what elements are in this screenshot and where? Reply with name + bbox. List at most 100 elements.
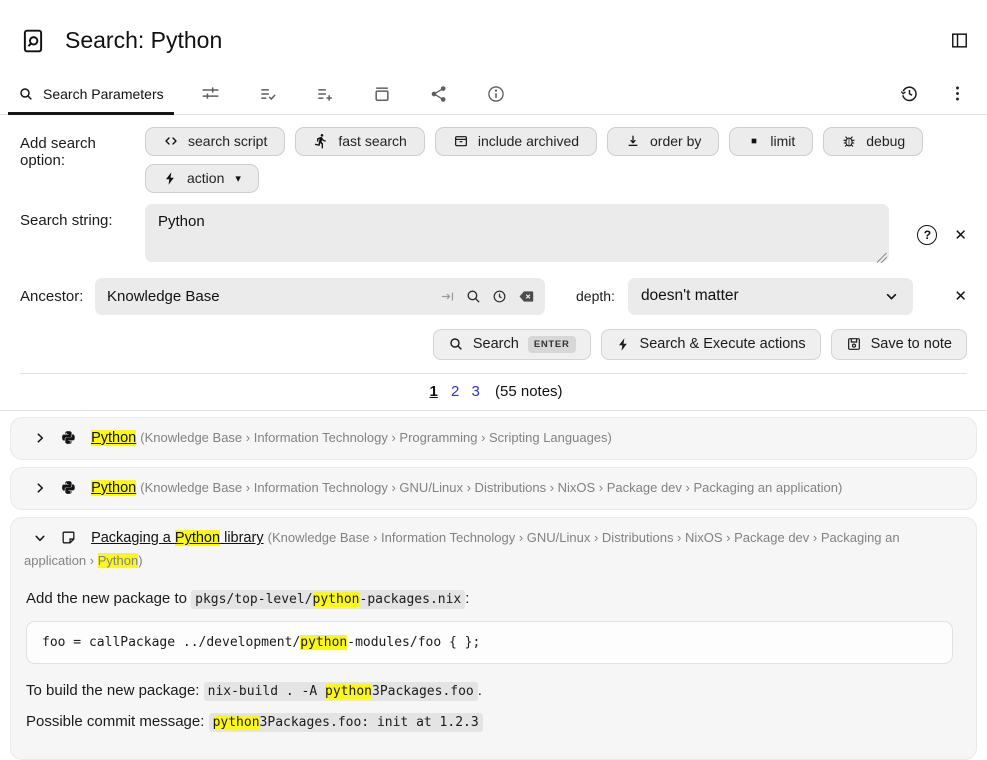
- kebab-menu-icon[interactable]: [946, 82, 969, 105]
- note-count: (55 notes): [495, 383, 563, 400]
- order-by-button[interactable]: order by: [607, 127, 719, 156]
- toggle-right-pane-icon[interactable]: [948, 29, 971, 52]
- search-results: Python (Knowledge Base › Information Tec…: [0, 411, 987, 760]
- ancestor-input[interactable]: [95, 288, 439, 305]
- button-label: action: [187, 170, 224, 186]
- lightning-icon: [616, 337, 631, 352]
- code-block: foo = callPackage ../development/python-…: [26, 621, 953, 664]
- fast-search-button[interactable]: fast search: [295, 127, 424, 156]
- enter-shortcut-badge: ENTER: [528, 336, 576, 353]
- button-label: include archived: [478, 133, 579, 149]
- page-title: Search: Python: [65, 27, 222, 54]
- ancestor-note-autocomplete: [95, 278, 545, 315]
- button-label: debug: [866, 133, 905, 149]
- expand-chevron-right-icon[interactable]: [33, 481, 47, 495]
- result-card-1: Python (Knowledge Base › Information Tec…: [10, 417, 977, 460]
- remove-ancestor-icon[interactable]: ✕: [954, 287, 967, 305]
- search-highlight: Python: [91, 480, 136, 496]
- recent-notes-clock-icon[interactable]: [491, 288, 508, 305]
- search-highlight: Python: [175, 530, 220, 546]
- button-label: Search: [473, 336, 519, 352]
- debug-button[interactable]: debug: [823, 127, 923, 156]
- collapse-chevron-down-icon[interactable]: [33, 531, 47, 545]
- list-check-icon[interactable]: [256, 82, 280, 106]
- button-label: search script: [188, 133, 267, 149]
- search-actions-row: Search ENTER Search & Execute actions Sa…: [20, 326, 967, 360]
- expand-chevron-right-icon[interactable]: [33, 431, 47, 445]
- list-plus-icon[interactable]: [313, 82, 337, 106]
- ancestor-row: Ancestor:: [20, 278, 967, 315]
- remove-search-string-icon[interactable]: ✕: [954, 226, 967, 244]
- add-search-option-label: Add search option:: [20, 127, 145, 193]
- result-note-link[interactable]: Packaging a Python library: [91, 530, 264, 546]
- stop-square-icon: [747, 134, 761, 148]
- button-label: fast search: [338, 133, 406, 149]
- archive-icon: [453, 133, 469, 149]
- action-dropdown-button[interactable]: action ▾: [145, 164, 259, 193]
- search-string-input[interactable]: Python: [145, 204, 889, 262]
- help-icon[interactable]: ?: [917, 225, 937, 245]
- search-icon: [18, 86, 34, 102]
- tab-search-parameters[interactable]: Search Parameters: [8, 74, 174, 114]
- resize-handle[interactable]: [877, 253, 887, 263]
- page-3-link[interactable]: 3: [471, 383, 479, 400]
- result-card-2: Python (Knowledge Base › Information Tec…: [10, 467, 977, 510]
- save-icon: [846, 336, 862, 352]
- button-label: limit: [770, 133, 795, 149]
- content-paragraph: Add the new package to pkgs/top-level/py…: [26, 590, 959, 607]
- jump-to-note-icon[interactable]: [439, 288, 456, 305]
- depth-label: depth:: [576, 288, 615, 304]
- info-icon[interactable]: [484, 82, 508, 106]
- button-label: order by: [650, 133, 701, 149]
- result-note-link[interactable]: Python: [91, 430, 136, 446]
- button-label: Search & Execute actions: [640, 336, 806, 352]
- lightning-icon: [163, 171, 178, 186]
- page-2-link[interactable]: 2: [451, 383, 459, 400]
- search-script-button[interactable]: search script: [145, 127, 285, 156]
- search-icon: [448, 336, 464, 352]
- page-1-current[interactable]: 1: [429, 383, 437, 400]
- limit-button[interactable]: limit: [729, 127, 813, 156]
- chevron-down-icon: [883, 288, 900, 305]
- python-logo-icon: [60, 429, 77, 446]
- search-string-row: Search string: Python ? ✕: [20, 204, 967, 267]
- pagination: 1 2 3 (55 notes): [0, 374, 987, 410]
- caret-down-icon: ▾: [235, 172, 241, 185]
- code-icon: [163, 133, 179, 149]
- button-label: Save to note: [871, 336, 952, 352]
- depth-select[interactable]: doesn't matter: [628, 278, 913, 315]
- result-note-path: (Knowledge Base › Information Technology…: [140, 480, 842, 495]
- include-archived-button[interactable]: include archived: [435, 127, 597, 156]
- save-to-note-button[interactable]: Save to note: [831, 329, 967, 360]
- depth-selected-value: doesn't matter: [641, 287, 739, 305]
- basic-properties-sliders-icon[interactable]: [198, 81, 223, 106]
- search-button[interactable]: Search ENTER: [433, 329, 591, 360]
- ancestor-label: Ancestor:: [20, 288, 95, 305]
- search-execute-actions-button[interactable]: Search & Execute actions: [601, 329, 821, 360]
- ribbon-right-group: [897, 81, 969, 106]
- run-icon: [313, 133, 329, 149]
- inline-code: pkgs/top-level/python-packages.nix: [191, 590, 465, 609]
- search-parameters-panel: Add search option: search script fast se…: [0, 115, 987, 374]
- note-revisions-history-icon[interactable]: [897, 81, 922, 106]
- search-string-field-wrap: Python: [145, 204, 889, 267]
- search-string-side-icons: ? ✕: [903, 204, 967, 267]
- note-map-share-icon[interactable]: [427, 82, 451, 106]
- search-highlight: Python: [91, 430, 136, 446]
- search-icon[interactable]: [465, 288, 482, 305]
- inline-code: nix-build . -A python3Packages.foo: [204, 682, 478, 701]
- content-paragraph: To build the new package: nix-build . -A…: [26, 682, 959, 699]
- result-note-link[interactable]: Python: [91, 480, 136, 496]
- result-card-3: Packaging a Python library (Knowledge Ba…: [10, 517, 977, 759]
- note-icon: [60, 529, 77, 546]
- add-search-option-row: Add search option: search script fast se…: [20, 127, 967, 193]
- note-search-icon: [20, 28, 46, 54]
- content-paragraph: Possible commit message: python3Packages…: [26, 713, 959, 730]
- ribbon-tab-bar: Search Parameters: [0, 74, 987, 115]
- archive-box-icon[interactable]: [370, 82, 394, 106]
- clear-backspace-icon[interactable]: [517, 287, 536, 306]
- note-content-preview: Add the new package to pkgs/top-level/py…: [24, 574, 963, 750]
- ancestor-input-icons: [439, 287, 536, 306]
- python-logo-icon: [60, 479, 77, 496]
- app-header: Search: Python: [0, 0, 987, 74]
